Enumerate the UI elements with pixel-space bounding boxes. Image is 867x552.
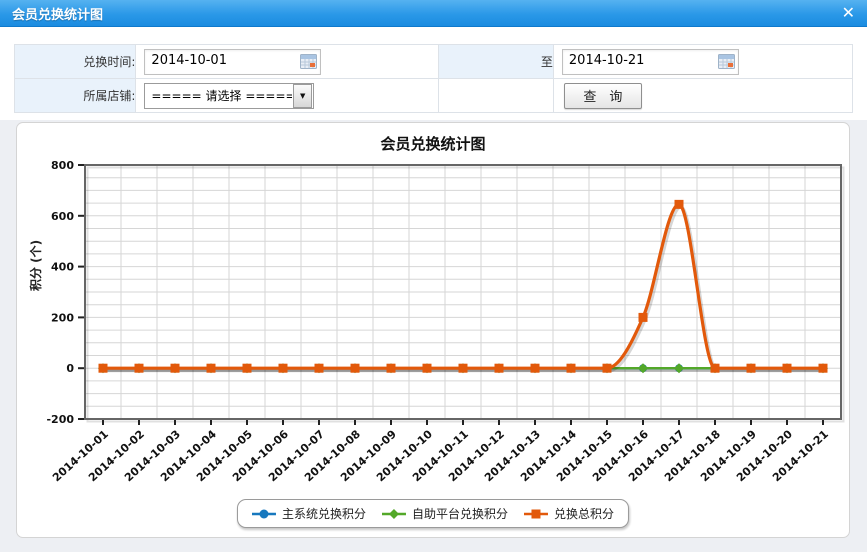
data-point [243, 364, 252, 373]
dialog-title: 会员兑换统计图 [12, 4, 103, 23]
chevron-down-icon: ▼ [293, 84, 313, 108]
date-from-field [144, 49, 321, 75]
date-to-field [562, 49, 739, 75]
data-point [603, 364, 612, 373]
chart-card: 会员兑换统计图 积分 (个) 8006004002000-2002014-10-… [16, 122, 850, 538]
data-point [711, 364, 720, 373]
data-point [639, 313, 648, 322]
exchange-time-label: 兑换时间: [15, 45, 136, 79]
date-to-cell [553, 45, 852, 79]
data-point [459, 364, 468, 373]
data-point [207, 364, 216, 373]
legend-label: 自助平台兑换积分 [412, 505, 508, 522]
plot-area: 8006004002000-2002014-10-012014-10-02201… [17, 123, 849, 537]
data-point [387, 364, 396, 373]
grid-shadow [88, 168, 844, 422]
date-from-input[interactable] [145, 50, 296, 72]
chart-legend: 主系统兑换积分 自助平台兑换积分 兑换总积分 [237, 499, 629, 528]
y-tick-label: 400 [51, 261, 74, 274]
store-label: 所属店铺: [15, 79, 136, 113]
y-tick-label: -200 [46, 413, 74, 426]
legend-item: 自助平台兑换积分 [382, 505, 508, 522]
data-point [423, 364, 432, 373]
data-point [99, 364, 108, 373]
close-icon[interactable]: ✕ [842, 5, 855, 21]
calendar-icon[interactable] [718, 54, 735, 69]
data-point [495, 364, 504, 373]
member-exchange-dialog: 会员兑换统计图 ✕ 兑换时间: 至 [0, 0, 867, 551]
filter-row-store: 所属店铺: ===== 请选择 ===== ▼ 查 询 [15, 79, 853, 113]
filter-row-time: 兑换时间: 至 [15, 45, 853, 79]
chart-section: 会员兑换统计图 积分 (个) 8006004002000-2002014-10-… [0, 120, 867, 552]
data-point [747, 364, 756, 373]
data-point [315, 364, 324, 373]
y-tick-label: 800 [51, 159, 74, 172]
empty-cell [438, 79, 553, 113]
date-to-input[interactable] [563, 50, 714, 72]
data-point [675, 200, 684, 209]
date-from-cell [136, 45, 438, 79]
legend-label: 兑换总积分 [554, 505, 614, 522]
legend-item: 主系统兑换积分 [252, 505, 366, 522]
filter-table: 兑换时间: 至 [14, 44, 853, 113]
calendar-icon[interactable] [300, 54, 317, 69]
legend-item: 兑换总积分 [524, 505, 614, 522]
store-select-value: ===== 请选择 ===== [145, 87, 291, 104]
y-tick-label: 200 [51, 311, 74, 324]
data-point [279, 364, 288, 373]
data-point [531, 364, 540, 373]
data-point [783, 364, 792, 373]
data-point [819, 364, 828, 373]
y-tick-label: 0 [66, 362, 74, 375]
dialog-titlebar: 会员兑换统计图 ✕ [0, 0, 867, 27]
data-point [567, 364, 576, 373]
series-line-shadow [105, 207, 825, 371]
legend-marker-square-icon [524, 508, 548, 520]
data-point [351, 364, 360, 373]
legend-label: 主系统兑换积分 [282, 505, 366, 522]
y-tick-label: 600 [51, 210, 74, 223]
store-select-cell: ===== 请选择 ===== ▼ [136, 79, 438, 113]
filter-form-area: 兑换时间: 至 [0, 27, 867, 120]
query-button[interactable]: 查 询 [564, 83, 642, 109]
query-cell: 查 询 [553, 79, 852, 113]
data-point [135, 364, 144, 373]
legend-marker-circle-icon [252, 508, 276, 520]
to-label: 至 [438, 45, 553, 79]
data-point [171, 364, 180, 373]
store-select[interactable]: ===== 请选择 ===== ▼ [144, 83, 314, 109]
legend-marker-diamond-icon [382, 508, 406, 520]
